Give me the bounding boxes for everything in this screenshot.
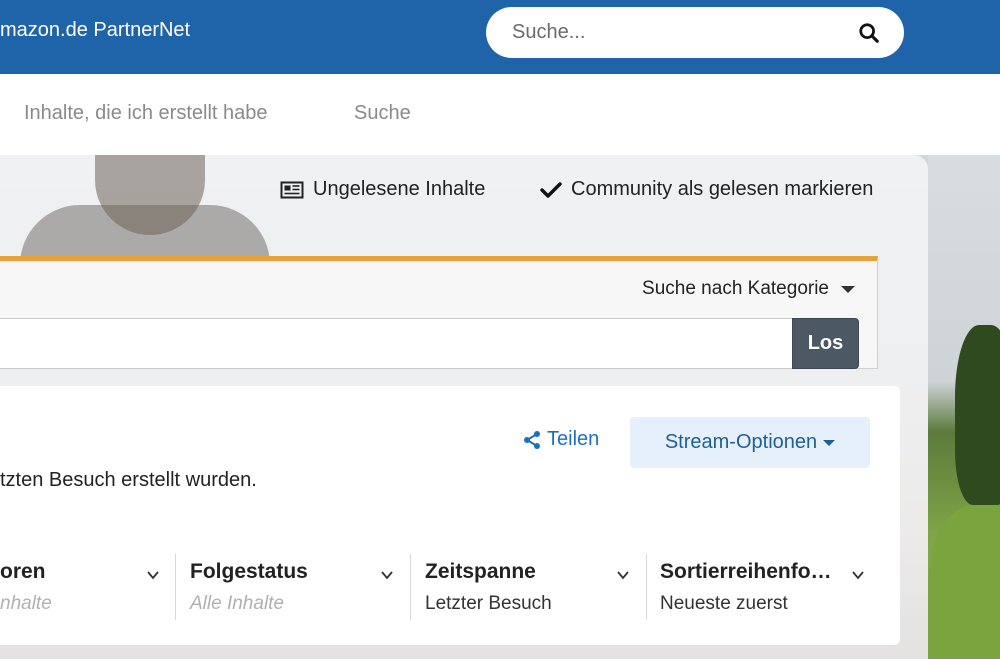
filter-follow-status[interactable]: Folgestatus Alle Inhalte xyxy=(176,554,410,620)
chevron-down-icon xyxy=(381,571,393,580)
site-title[interactable]: mazon.de PartnerNet xyxy=(0,19,190,42)
search-query-input[interactable] xyxy=(0,319,792,368)
unread-content-link[interactable]: Ungelesene Inhalte xyxy=(280,178,485,201)
caret-down-icon xyxy=(841,285,855,293)
search-form: Suche nach Kategorie Los xyxy=(0,256,878,369)
tree-shape xyxy=(955,325,1000,505)
filter-title: Zeitspanne xyxy=(425,560,536,583)
filter-value: nhalte xyxy=(0,593,52,614)
nav-item-search[interactable]: Suche xyxy=(354,102,411,125)
unread-content-label: Ungelesene Inhalte xyxy=(313,178,486,200)
secondary-nav: Inhalte, die ich erstellt habe Suche xyxy=(0,74,1000,155)
stream-card: Teilen Stream-Optionen tzten Besuch erst… xyxy=(0,386,900,645)
stream-description: tzten Besuch erstellt wurden. xyxy=(0,469,257,491)
category-select[interactable]: Suche nach Kategorie xyxy=(642,278,855,300)
nav-item-my-content[interactable]: Inhalte, die ich erstellt habe xyxy=(24,102,268,125)
share-label: Teilen xyxy=(547,428,600,450)
filter-time-range[interactable]: Zeitspanne Letzter Besuch xyxy=(411,554,646,620)
caret-down-icon xyxy=(823,439,836,446)
mark-read-link[interactable]: Community als gelesen markieren xyxy=(540,178,873,201)
search-icon[interactable] xyxy=(858,22,880,44)
filter-value: Letzter Besuch xyxy=(425,593,552,614)
share-button[interactable]: Teilen xyxy=(522,428,599,451)
filter-sort-order[interactable]: Sortierreihenfo… Neueste zuerst xyxy=(646,554,876,620)
search-go-button[interactable]: Los xyxy=(792,318,859,369)
search-query-field[interactable] xyxy=(0,318,793,369)
share-icon xyxy=(524,430,540,449)
filter-title: Sortierreihenfo… xyxy=(660,560,832,583)
filter-authors[interactable]: oren nhalte xyxy=(0,554,176,620)
mark-read-label: Community als gelesen markieren xyxy=(571,178,874,200)
filter-title: Folgestatus xyxy=(190,560,308,583)
newspaper-icon xyxy=(280,181,304,198)
header-search-box[interactable] xyxy=(486,7,904,58)
filter-title: oren xyxy=(0,560,46,583)
stream-options-button[interactable]: Stream-Optionen xyxy=(630,417,870,468)
stream-options-label: Stream-Optionen xyxy=(664,431,818,453)
header-search-input[interactable] xyxy=(512,19,832,46)
chevron-down-icon xyxy=(147,571,159,580)
filter-value: Neueste zuerst xyxy=(660,593,788,614)
check-icon xyxy=(540,181,562,198)
category-select-label: Suche nach Kategorie xyxy=(642,278,829,299)
chevron-down-icon xyxy=(617,571,629,580)
chevron-down-icon xyxy=(852,571,864,580)
filter-value: Alle Inhalte xyxy=(190,593,285,614)
top-bar: mazon.de PartnerNet xyxy=(0,0,1000,74)
